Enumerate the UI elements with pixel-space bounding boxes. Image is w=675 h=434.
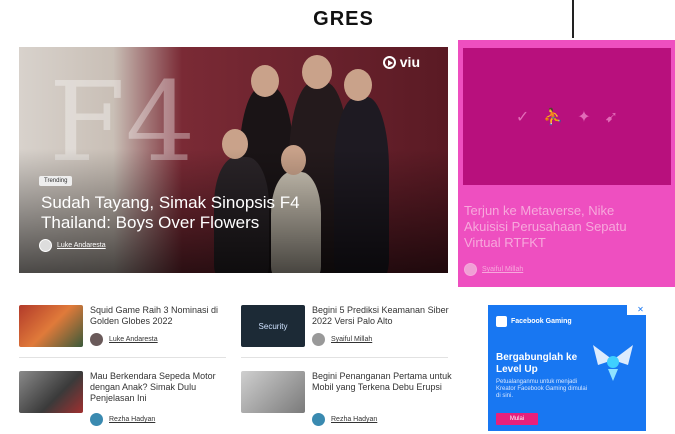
hero-article-card[interactable]: F4 viu Trending Sudah Tayang, Simak Sino… bbox=[19, 47, 448, 273]
converse-icon: ✦ bbox=[577, 108, 591, 126]
avatar bbox=[90, 413, 103, 426]
list-item[interactable]: Begini Penanganan Pertama untuk Mobil ya… bbox=[241, 371, 452, 426]
adchoices-icon[interactable] bbox=[627, 305, 635, 315]
list-item[interactable]: Squid Game Raih 3 Nominasi di Golden Glo… bbox=[19, 305, 229, 355]
ad-brand: Facebook Gaming bbox=[496, 316, 572, 327]
article-thumbnail bbox=[241, 371, 305, 413]
brand-logos-image: ✓ ⛹ ✦ ➹ bbox=[463, 48, 671, 185]
side-headline[interactable]: Terjun ke Metaverse, Nike Akuisisi Perus… bbox=[464, 203, 660, 251]
avatar bbox=[90, 333, 103, 346]
article-title[interactable]: Begini 5 Prediksi Keamanan Siber 2022 Ve… bbox=[312, 305, 452, 327]
hero-author-link[interactable]: Luke Andaresta bbox=[39, 239, 106, 252]
list-item[interactable]: Mau Berkendara Sepeda Motor dengan Anak?… bbox=[19, 371, 230, 426]
ad-headline: Bergabunglah ke Level Up bbox=[496, 352, 578, 375]
avatar bbox=[312, 413, 325, 426]
facebook-gaming-icon bbox=[496, 316, 507, 327]
article-thumbnail bbox=[19, 371, 83, 413]
divider bbox=[241, 357, 448, 358]
article-title[interactable]: Begini Penanganan Pertama untuk Mobil ya… bbox=[312, 371, 452, 393]
nike-swoosh-icon: ✓ bbox=[515, 108, 530, 126]
side-author-link[interactable]: Syaiful Millah bbox=[464, 263, 523, 276]
viu-logo: viu bbox=[382, 54, 420, 70]
article-thumbnail: Security bbox=[241, 305, 305, 347]
article-author-link[interactable]: Rezha Hadyan bbox=[312, 413, 377, 426]
article-title[interactable]: Squid Game Raih 3 Nominasi di Golden Glo… bbox=[90, 305, 230, 327]
facebook-gaming-ad[interactable]: ✕ Facebook Gaming Bergabunglah ke Level … bbox=[488, 305, 646, 431]
hero-headline[interactable]: Sudah Tayang, Simak Sinopsis F4 Thailand… bbox=[41, 193, 301, 233]
ad-description: Petualanganmu untuk menjadi Kreator Face… bbox=[496, 379, 588, 399]
article-title[interactable]: Mau Berkendara Sepeda Motor dengan Anak?… bbox=[90, 371, 230, 404]
jordan-icon: ⛹ bbox=[543, 108, 564, 126]
category-badge[interactable]: Trending bbox=[39, 176, 73, 186]
list-item[interactable]: Security Begini 5 Prediksi Keamanan Sibe… bbox=[241, 305, 451, 355]
article-author-link[interactable]: Luke Andaresta bbox=[90, 333, 158, 346]
divider bbox=[19, 357, 226, 358]
avatar bbox=[39, 239, 52, 252]
ad-start-button[interactable]: Mulai bbox=[496, 413, 538, 425]
hurley-icon: ➹ bbox=[604, 108, 619, 126]
section-title: GRES bbox=[313, 8, 374, 30]
article-author-link[interactable]: Syaiful Millah bbox=[312, 333, 372, 346]
wings-icon bbox=[593, 345, 633, 381]
side-article-card[interactable]: ✓ ⛹ ✦ ➹ Terjun ke Metaverse, Nike Akuisi… bbox=[458, 40, 675, 287]
article-thumbnail bbox=[19, 305, 83, 347]
avatar bbox=[464, 263, 477, 276]
close-icon[interactable]: ✕ bbox=[635, 305, 646, 315]
avatar bbox=[312, 333, 325, 346]
article-author-link[interactable]: Rezha Hadyan bbox=[90, 413, 155, 426]
play-icon bbox=[382, 55, 396, 69]
